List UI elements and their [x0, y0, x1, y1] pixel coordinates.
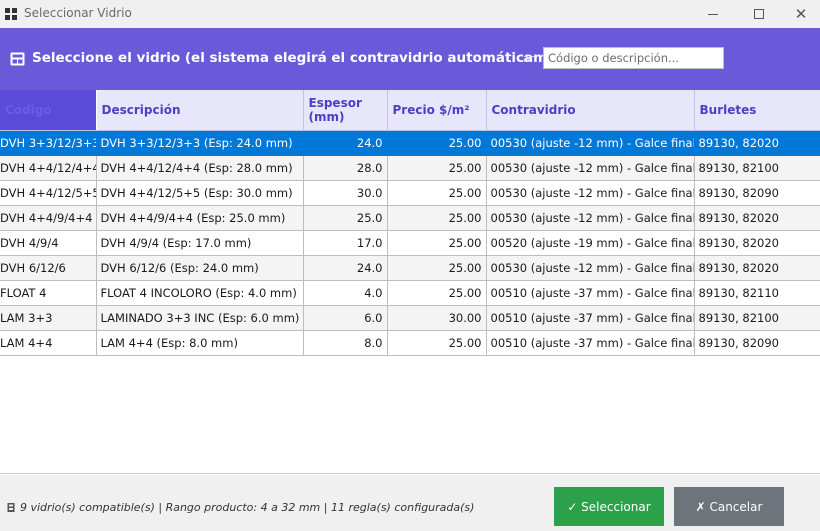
minimize-button[interactable] [690, 0, 736, 28]
table-row[interactable]: DVH 6/12/6 DVH 6/12/6 (Esp: 24.0 mm) 24.0 2… [0, 255, 820, 281]
table-row[interactable]: DVH 3+3/12/3+3 DVH 3+3/12/3+3 (Esp: 24.0 … [0, 130, 820, 156]
cell-codigo: DVH 3+3/12/3+3 [0, 130, 97, 156]
cancel-button[interactable]: ✗ Cancelar [674, 487, 784, 526]
cell-codigo: LAM 3+3 [0, 305, 97, 331]
cell-descripcion: FLOAT 4 INCOLORO (Esp: 4.0 mm) [96, 280, 304, 306]
title-bar: Seleccionar Vidrio ✕ [0, 0, 820, 28]
table-row[interactable]: DVH 4+4/9/4+4 DVH 4+4/9/4+4 (Esp: 25.0 mm… [0, 205, 820, 231]
column-header-codigo[interactable]: Código [0, 90, 97, 131]
cell-codigo: DVH 4+4/12/5+5 [0, 180, 97, 206]
cell-espesor: 17.0 [303, 230, 388, 256]
table-row[interactable]: LAM 3+3 LAMINADO 3+3 INC (Esp: 6.0 mm) 6.0… [0, 305, 820, 331]
cell-burletes: 89130, 82090 [694, 180, 820, 206]
glass-pane-icon [10, 52, 25, 66]
glass-grid[interactable]: Código Descripción Espesor (mm) Precio $… [0, 90, 820, 474]
status-text: 9 vidrio(s) compatible(s) | Rango produc… [20, 501, 475, 514]
cell-descripcion: DVH 4+4/12/4+4 (Esp: 28.0 mm) [96, 155, 304, 181]
cell-codigo: FLOAT 4 [0, 280, 97, 306]
cell-espesor: 24.0 [303, 255, 388, 281]
column-header-espesor[interactable]: Espesor (mm) [303, 90, 388, 131]
cell-precio: 25.00 [387, 205, 487, 231]
cell-descripcion: DVH 3+3/12/3+3 (Esp: 24.0 mm) [96, 130, 304, 156]
cell-codigo: DVH 4/9/4 [0, 230, 97, 256]
cell-codigo: DVH 4+4/12/4+4 [0, 155, 97, 181]
cell-contravidrio: 00510 (ajuste -37 mm) - Galce final: 8.0… [486, 330, 695, 356]
column-header-precio[interactable]: Precio $/m² [387, 90, 487, 131]
cell-espesor: 4.0 [303, 280, 388, 306]
cell-contravidrio: 00510 (ajuste -37 mm) - Galce final: 4.0… [486, 280, 695, 306]
window-title: Seleccionar Vidrio [24, 6, 132, 20]
cell-burletes: 89130, 82100 [694, 305, 820, 331]
cell-espesor: 30.0 [303, 180, 388, 206]
cell-burletes: 89130, 82100 [694, 155, 820, 181]
cell-precio: 25.00 [387, 230, 487, 256]
app-icon [5, 8, 17, 20]
maximize-icon [754, 9, 764, 19]
cell-precio: 25.00 [387, 255, 487, 281]
glass-stack-icon [7, 503, 15, 512]
cell-burletes: 89130, 82110 [694, 280, 820, 306]
cell-descripcion: DVH 6/12/6 (Esp: 24.0 mm) [96, 255, 304, 281]
cell-espesor: 8.0 [303, 330, 388, 356]
cell-burletes: 89130, 82020 [694, 255, 820, 281]
cell-espesor: 28.0 [303, 155, 388, 181]
cell-precio: 25.00 [387, 280, 487, 306]
close-icon: ✕ [794, 4, 808, 23]
cell-descripcion: DVH 4/9/4 (Esp: 17.0 mm) [96, 230, 304, 256]
cell-contravidrio: 00530 (ajuste -12 mm) - Galce final: 24.… [486, 130, 695, 156]
cell-precio: 25.00 [387, 130, 487, 156]
minimize-icon [708, 13, 718, 15]
table-row[interactable]: DVH 4+4/12/4+4 DVH 4+4/12/4+4 (Esp: 28.0 … [0, 155, 820, 181]
select-button[interactable]: ✓ Seleccionar [554, 487, 664, 526]
cell-codigo: DVH 6/12/6 [0, 255, 97, 281]
cell-codigo: LAM 4+4 [0, 330, 97, 356]
search-label: ar: [523, 52, 538, 65]
cell-burletes: 89130, 82020 [694, 130, 820, 156]
table-row[interactable]: LAM 4+4 LAM 4+4 (Esp: 8.0 mm) 8.0 25.00 0051… [0, 330, 820, 356]
cell-contravidrio: 00530 (ajuste -12 mm) - Galce final: 28.… [486, 155, 695, 181]
cell-contravidrio: 00530 (ajuste -12 mm) - Galce final: 25.… [486, 205, 695, 231]
cell-contravidrio: 00530 (ajuste -12 mm) - Galce final: 24.… [486, 255, 695, 281]
cell-burletes: 89130, 82020 [694, 230, 820, 256]
column-header-contravidrio[interactable]: Contravidrio [486, 90, 695, 131]
table-row[interactable]: DVH 4+4/12/5+5 DVH 4+4/12/5+5 (Esp: 30.0 … [0, 180, 820, 206]
cell-espesor: 25.0 [303, 205, 388, 231]
column-header-burletes[interactable]: Burletes [694, 90, 820, 131]
cell-burletes: 89130, 82090 [694, 330, 820, 356]
search-input[interactable] [543, 47, 724, 69]
cell-precio: 25.00 [387, 155, 487, 181]
cell-contravidrio: 00520 (ajuste -19 mm) - Galce final: 17.… [486, 230, 695, 256]
close-button[interactable]: ✕ [782, 0, 820, 28]
cell-precio: 25.00 [387, 180, 487, 206]
column-header-descripcion[interactable]: Descripción [96, 90, 304, 131]
footer-bar: 9 vidrio(s) compatible(s) | Rango produc… [0, 475, 820, 531]
table-row[interactable]: FLOAT 4 FLOAT 4 INCOLORO (Esp: 4.0 mm) 4.0… [0, 280, 820, 306]
table-row[interactable]: DVH 4/9/4 DVH 4/9/4 (Esp: 17.0 mm) 17.0 25.… [0, 230, 820, 256]
cell-burletes: 89130, 82020 [694, 205, 820, 231]
header-panel: Seleccione el vidrio (el sistema elegirá… [0, 28, 820, 90]
cell-contravidrio: 00530 (ajuste -12 mm) - Galce final: 30.… [486, 180, 695, 206]
cell-descripcion: DVH 4+4/12/5+5 (Esp: 30.0 mm) [96, 180, 304, 206]
glass-table: Código Descripción Espesor (mm) Precio $… [0, 90, 820, 356]
cell-descripcion: LAM 4+4 (Esp: 8.0 mm) [96, 330, 304, 356]
maximize-button[interactable] [736, 0, 782, 28]
cell-descripcion: LAMINADO 3+3 INC (Esp: 6.0 mm) [96, 305, 304, 331]
header-title: Seleccione el vidrio (el sistema elegirá… [32, 50, 588, 66]
cell-codigo: DVH 4+4/9/4+4 [0, 205, 97, 231]
cell-contravidrio: 00510 (ajuste -37 mm) - Galce final: 6.0… [486, 305, 695, 331]
status-bar: 9 vidrio(s) compatible(s) | Rango produc… [7, 501, 474, 514]
cell-descripcion: DVH 4+4/9/4+4 (Esp: 25.0 mm) [96, 205, 304, 231]
table-header: Código Descripción Espesor (mm) Precio $… [0, 90, 820, 131]
cell-precio: 30.00 [387, 305, 487, 331]
cell-espesor: 6.0 [303, 305, 388, 331]
cell-espesor: 24.0 [303, 130, 388, 156]
cell-precio: 25.00 [387, 330, 487, 356]
